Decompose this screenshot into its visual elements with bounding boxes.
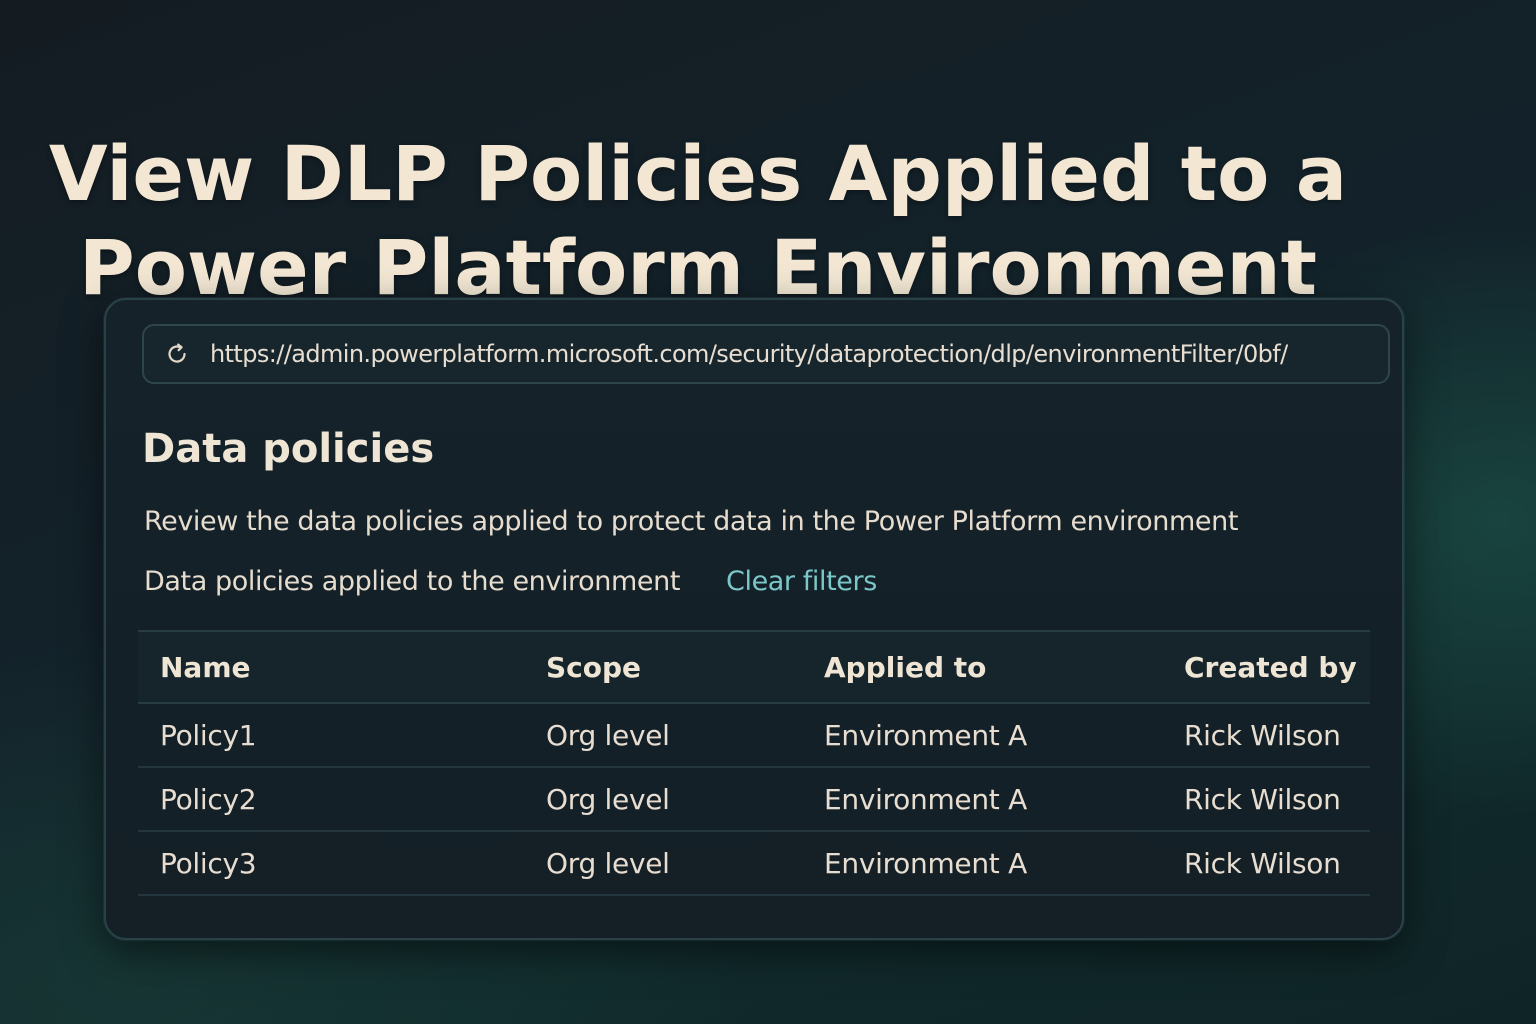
table-row[interactable]: Policy3 Org level Environment A Rick Wil… (138, 831, 1370, 895)
cell-name[interactable]: Policy1 (138, 703, 524, 767)
filter-row: Data policies applied to the environment… (144, 566, 877, 597)
address-bar[interactable]: https://admin.powerplatform.microsoft.co… (142, 324, 1390, 384)
cell-name[interactable]: Policy3 (138, 831, 524, 895)
table-row[interactable]: Policy1 Org level Environment A Rick Wil… (138, 703, 1370, 767)
browser-window: https://admin.powerplatform.microsoft.co… (104, 298, 1404, 940)
cell-created-by: Rick Wilson (1184, 718, 1341, 752)
column-header-created-by[interactable]: Created by (1162, 631, 1370, 703)
cell-scope: Org level (546, 718, 670, 752)
cell-applied-to: Environment A (824, 846, 1027, 880)
clear-filters-link[interactable]: Clear filters (726, 566, 877, 597)
cell-applied-to: Environment A (824, 782, 1027, 816)
reload-icon[interactable] (164, 341, 190, 367)
column-header-name[interactable]: Name (138, 631, 524, 703)
page-title: View DLP Policies Applied to a Power Pla… (0, 127, 1396, 315)
table-row[interactable]: Policy2 Org level Environment A Rick Wil… (138, 767, 1370, 831)
cell-created-by: Rick Wilson (1184, 782, 1341, 816)
filter-label: Data policies applied to the environment (144, 566, 681, 597)
page-title-line-1: View DLP Policies Applied to a (48, 128, 1348, 218)
cell-applied-to: Environment A (824, 718, 1027, 752)
cell-name[interactable]: Policy2 (138, 767, 524, 831)
cell-scope: Org level (546, 846, 670, 880)
url-text[interactable]: https://admin.powerplatform.microsoft.co… (210, 340, 1288, 368)
policies-table: Name Scope Applied to Created by Policy1… (138, 630, 1370, 896)
section-heading: Data policies (142, 426, 435, 472)
cell-created-by: Rick Wilson (1184, 846, 1341, 880)
column-header-scope[interactable]: Scope (524, 631, 802, 703)
column-header-applied-to[interactable]: Applied to (802, 631, 1162, 703)
table-header-row: Name Scope Applied to Created by (138, 631, 1370, 703)
cell-scope: Org level (546, 782, 670, 816)
page-description: Review the data policies applied to prot… (144, 506, 1239, 537)
